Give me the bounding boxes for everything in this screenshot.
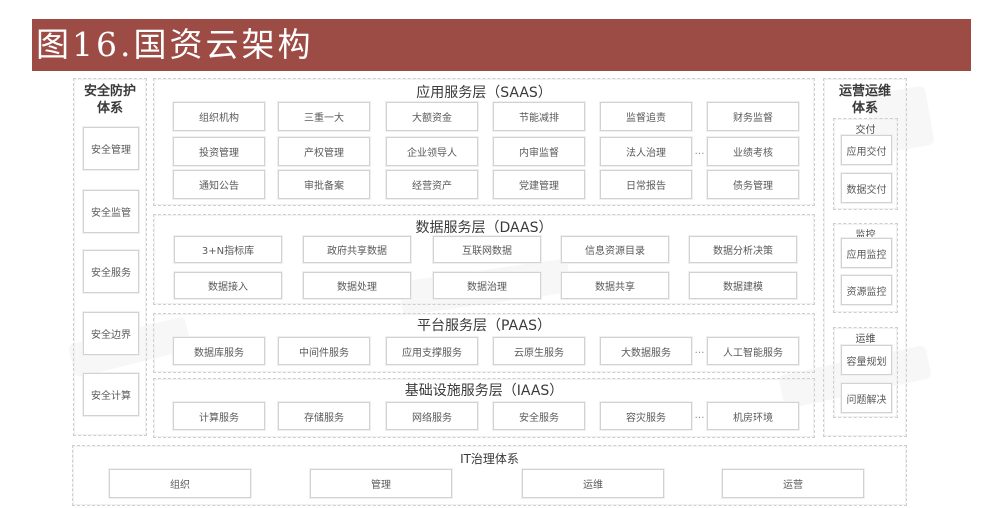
- service-item[interactable]: 安全服务: [493, 402, 585, 430]
- service-item[interactable]: 债务管理: [707, 170, 799, 199]
- operations-item[interactable]: 应用交付: [841, 135, 892, 165]
- security-item[interactable]: 安全管理: [83, 127, 139, 170]
- operations-item[interactable]: 数据交付: [841, 173, 892, 203]
- service-item[interactable]: 大数据服务: [600, 337, 692, 365]
- architecture-diagram: 图16.国资云架构 安全防护 体系 安全管理 安全监管 安全服务 安全边界 安全计算 应用服务…: [0, 0, 1000, 508]
- service-item[interactable]: 企业领导人: [386, 137, 478, 166]
- saas-layer-title: 应用服务层（SAAS）: [416, 85, 552, 101]
- security-item[interactable]: 安全边界: [83, 312, 139, 355]
- service-item[interactable]: 节能减排: [493, 102, 585, 131]
- service-item[interactable]: 数据建模: [689, 272, 797, 299]
- service-item[interactable]: 内审监督: [493, 137, 585, 166]
- service-item[interactable]: 网络服务: [386, 402, 478, 430]
- service-item[interactable]: 数据接入: [174, 272, 282, 299]
- operations-group-label: 交付: [855, 125, 876, 136]
- ellipsis-indicator: …: [694, 145, 705, 157]
- service-item[interactable]: 法人治理: [600, 137, 692, 166]
- operations-group-label: 运维: [855, 334, 876, 345]
- service-item[interactable]: 互联网数据: [433, 236, 541, 263]
- paas-layer-title: 平台服务层（PAAS）: [417, 318, 551, 334]
- service-item[interactable]: 业绩考核: [707, 137, 799, 166]
- service-item[interactable]: 组织机构: [173, 102, 265, 131]
- governance-item[interactable]: 管理: [310, 469, 452, 498]
- it-governance-title: IT治理体系: [460, 452, 519, 466]
- service-item[interactable]: 数据治理: [433, 272, 541, 299]
- ellipsis-indicator: …: [694, 410, 705, 421]
- operations-item[interactable]: 应用监控: [841, 238, 892, 268]
- governance-item[interactable]: 运维: [522, 469, 664, 498]
- service-item[interactable]: 投资管理: [173, 137, 265, 166]
- service-item[interactable]: 党建管理: [493, 170, 585, 199]
- operations-item[interactable]: 容量规划: [841, 345, 892, 375]
- service-item[interactable]: 应用支撑服务: [386, 337, 478, 365]
- governance-item[interactable]: 组织: [109, 469, 251, 498]
- figure-title: 图16.国资云架构: [32, 19, 971, 71]
- service-item[interactable]: 通知公告: [173, 170, 265, 199]
- operations-item[interactable]: 资源监控: [841, 275, 892, 305]
- service-item[interactable]: 三重一大: [278, 102, 370, 131]
- governance-item[interactable]: 运营: [722, 469, 864, 498]
- service-item[interactable]: 审批备案: [278, 170, 370, 199]
- security-panel-title: 体系: [96, 101, 123, 116]
- service-item[interactable]: 财务监督: [707, 102, 799, 131]
- service-item[interactable]: 云原生服务: [493, 337, 585, 365]
- service-item[interactable]: 大额资金: [386, 102, 478, 131]
- service-item[interactable]: 数据分析决策: [689, 236, 797, 263]
- service-item[interactable]: 日常报告: [600, 170, 692, 199]
- service-item[interactable]: 数据处理: [303, 272, 411, 299]
- operations-item[interactable]: 问题解决: [841, 383, 892, 413]
- service-item[interactable]: 产权管理: [278, 137, 370, 166]
- service-item[interactable]: 经营资产: [386, 170, 478, 199]
- security-item[interactable]: 安全服务: [83, 250, 139, 293]
- service-item[interactable]: 数据共享: [561, 272, 669, 299]
- security-item[interactable]: 安全计算: [83, 373, 139, 416]
- service-item[interactable]: 容灾服务: [600, 402, 692, 430]
- security-item[interactable]: 安全监管: [83, 190, 139, 233]
- service-item[interactable]: 政府共享数据: [303, 236, 411, 263]
- service-item[interactable]: 监督追责: [600, 102, 692, 131]
- service-item[interactable]: 计算服务: [173, 402, 265, 430]
- ellipsis-indicator: …: [694, 345, 705, 356]
- daas-layer-title: 数据服务层（DAAS）: [415, 220, 553, 236]
- security-panel-title: 安全防护: [83, 84, 136, 99]
- service-item[interactable]: 机房环境: [707, 402, 799, 430]
- service-item[interactable]: 数据库服务: [173, 337, 265, 365]
- service-item[interactable]: 人工智能服务: [707, 337, 799, 365]
- service-item[interactable]: 中间件服务: [278, 337, 370, 365]
- service-item[interactable]: 3+N指标库: [174, 236, 282, 263]
- service-item[interactable]: 存储服务: [278, 402, 370, 430]
- iaas-layer-title: 基础设施服务层（IAAS）: [404, 383, 564, 399]
- operations-panel-title: 体系: [851, 101, 878, 116]
- operations-panel-title: 运营运维: [838, 84, 891, 99]
- service-item[interactable]: 信息资源目录: [561, 236, 669, 263]
